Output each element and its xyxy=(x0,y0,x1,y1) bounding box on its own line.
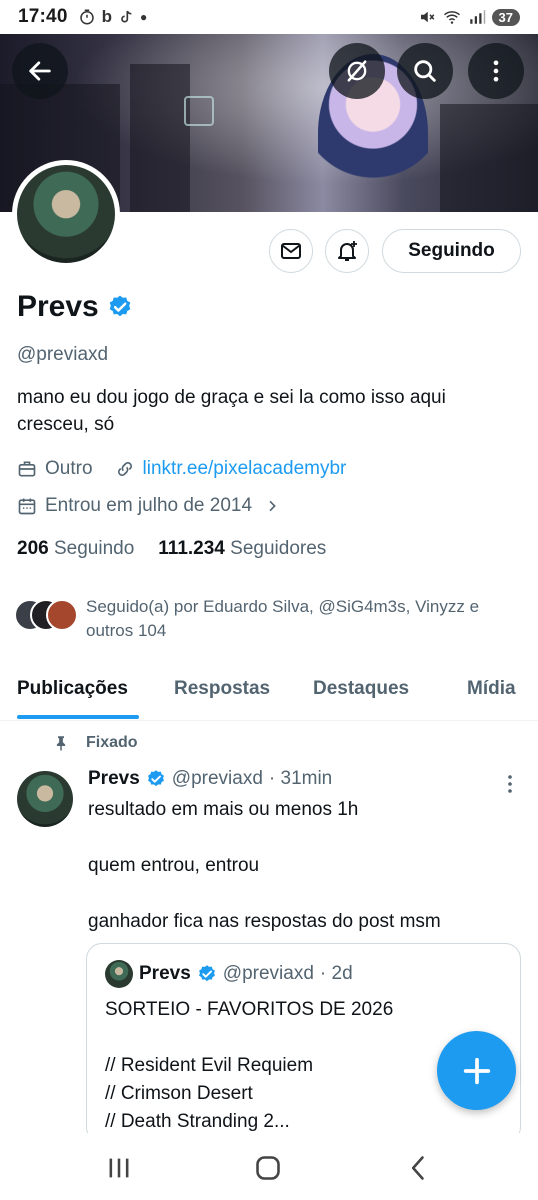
tweet-line: ganhador fica nas respostas do post msm xyxy=(88,911,441,932)
home-button[interactable] xyxy=(253,1153,283,1183)
system-nav-bar xyxy=(0,1133,538,1200)
compose-button[interactable] xyxy=(437,1031,516,1110)
tiktok-icon xyxy=(121,10,132,23)
mail-icon xyxy=(281,243,301,259)
profile-link[interactable]: linktr.ee/pixelacademybr xyxy=(143,458,347,480)
system-back-button[interactable] xyxy=(404,1153,434,1183)
profile-joined-row[interactable]: Entrou em julho de 2014 xyxy=(17,495,288,517)
profile-category: Outro xyxy=(45,458,93,479)
banner-building xyxy=(130,64,190,212)
quote-author-handle: @previaxd xyxy=(222,963,314,984)
profile-stats: 206 Seguindo 111.234 Seguidores xyxy=(17,538,326,560)
pinned-text: Fixado xyxy=(86,734,138,751)
verified-badge-icon xyxy=(109,295,131,317)
tweet-avatar[interactable] xyxy=(17,771,73,827)
home-icon xyxy=(256,1156,280,1180)
tweet-text: resultado em mais ou menos 1h quem entro… xyxy=(88,796,518,936)
search-button[interactable] xyxy=(397,43,453,99)
status-left-icons: b ● xyxy=(78,7,148,27)
followers-count: 111.234 xyxy=(158,538,225,559)
back-button[interactable] xyxy=(12,43,68,99)
followers-label: Seguidores xyxy=(230,538,327,559)
tab-publicacoes[interactable]: Publicações xyxy=(17,678,128,700)
recents-icon xyxy=(109,1158,129,1178)
more-vertical-icon xyxy=(493,60,499,82)
profile-avatar[interactable] xyxy=(12,160,120,268)
pinned-label: Fixado xyxy=(52,734,138,752)
search-icon xyxy=(414,60,436,82)
avatar-image xyxy=(17,165,115,263)
more-vertical-icon[interactable] xyxy=(500,772,520,796)
notifications-button[interactable] xyxy=(325,229,369,273)
followed-by-text: Seguido(a) por Eduardo Silva, @SiG4m3s, … xyxy=(86,597,480,640)
profile-joined: Entrou em julho de 2014 xyxy=(45,495,253,516)
followed-by-row[interactable]: Seguido(a) por Eduardo Silva, @SiG4m3s, … xyxy=(14,595,516,643)
tweet-line: quem entrou, entrou xyxy=(88,855,260,876)
wifi-icon xyxy=(443,11,460,24)
banner-logo xyxy=(184,96,214,126)
tweet-header: Prevs @previaxd · 31min xyxy=(88,768,332,790)
grok-button[interactable] xyxy=(329,43,385,99)
bell-plus-icon xyxy=(338,241,357,261)
profile-meta-row: Outro linktr.ee/pixelacademybr xyxy=(17,458,346,480)
following-stat[interactable]: 206 Seguindo xyxy=(17,538,134,560)
grok-icon xyxy=(347,60,367,82)
signal-icon xyxy=(469,10,485,24)
verified-badge-icon xyxy=(198,965,215,982)
status-right-icons: 37 xyxy=(418,8,520,26)
tweet-author-name[interactable]: Prevs xyxy=(88,768,140,790)
profile-handle: @previaxd xyxy=(17,344,109,365)
status-bar: 17:40 b ● 37 xyxy=(0,0,538,34)
profile-name-row: Prevs xyxy=(17,290,133,324)
quote-line: SORTEIO - FAVORITOS DE 2026 xyxy=(105,999,394,1020)
following-count: 206 xyxy=(17,538,49,559)
notification-dot-icon: ● xyxy=(140,10,148,24)
mute-icon xyxy=(420,11,434,23)
battery-level: 37 xyxy=(491,8,520,26)
tweet-line xyxy=(88,880,518,908)
profile-tabs: Publicações Respostas Destaques Mídia xyxy=(0,668,538,721)
tweet-author-handle: @previaxd xyxy=(171,768,263,789)
mutual-avatars xyxy=(14,595,80,631)
tweet-line: resultado em mais ou menos 1h xyxy=(88,799,359,820)
quote-line: // Death Stranding 2... xyxy=(105,1111,290,1132)
chevron-right-icon xyxy=(269,500,276,512)
quote-time: · 2d xyxy=(319,963,353,984)
active-tab-indicator xyxy=(17,715,139,719)
back-arrow-icon xyxy=(29,61,51,81)
mutual-avatar xyxy=(46,599,78,631)
quote-author-name: Prevs xyxy=(139,963,191,984)
more-button[interactable] xyxy=(468,43,524,99)
timer-icon xyxy=(79,9,94,25)
app-b-icon: b xyxy=(101,7,112,26)
quote-header: Prevs @previaxd · 2d xyxy=(105,960,353,988)
tab-destaques[interactable]: Destaques xyxy=(313,678,409,700)
briefcase-icon xyxy=(18,461,36,477)
following-label: Seguindo xyxy=(53,538,135,559)
link-icon xyxy=(117,462,132,476)
followers-stat[interactable]: 111.234 Seguidores xyxy=(158,538,326,560)
tab-midia[interactable]: Mídia xyxy=(467,678,516,700)
verified-badge-icon xyxy=(147,770,164,787)
banner-building xyxy=(440,104,538,212)
profile-bio: mano eu dou jogo de graça e sei la como … xyxy=(17,387,446,435)
calendar-icon xyxy=(18,498,36,515)
tab-respostas[interactable]: Respostas xyxy=(174,678,270,700)
chevron-left-icon xyxy=(411,1156,424,1180)
recents-button[interactable] xyxy=(104,1153,134,1183)
pin-icon xyxy=(56,736,66,751)
quote-avatar xyxy=(105,960,133,988)
profile-name: Prevs xyxy=(17,290,99,323)
tweet-line xyxy=(88,824,518,852)
tweet-time: · 31min xyxy=(268,768,333,789)
status-time: 17:40 xyxy=(18,6,68,27)
message-button[interactable] xyxy=(269,229,313,273)
plus-icon xyxy=(463,1057,490,1084)
following-button[interactable]: Seguindo xyxy=(382,229,521,273)
